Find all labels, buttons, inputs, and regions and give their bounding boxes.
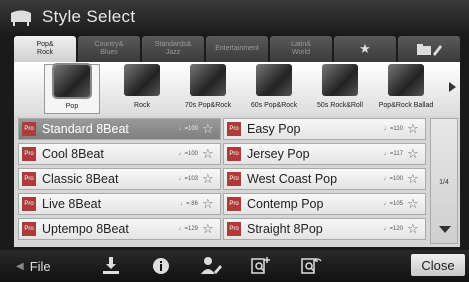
style-item-live-8beat[interactable]: Pro Live 8Beat ♩= 86 ☆ — [18, 193, 221, 215]
rock-thumbnail-icon — [124, 64, 160, 96]
style-tempo: ♩=103 — [178, 176, 198, 182]
subcategory-60s[interactable]: 60s Pop&Rock — [246, 64, 302, 114]
search-back-icon[interactable] — [296, 254, 326, 278]
style-name: Straight 8Pop — [247, 222, 323, 236]
tab-favorites[interactable]: ★ — [334, 36, 396, 62]
search-add-icon[interactable] — [246, 254, 276, 278]
style-item-easy-pop[interactable]: Pro Easy Pop ♩=110 ☆ — [223, 118, 426, 140]
style-name: Standard 8Beat — [42, 122, 129, 136]
file-button[interactable]: ◀ File — [16, 259, 76, 274]
info-icon[interactable] — [146, 254, 176, 278]
bottom-toolbar: ◀ File Close — [0, 250, 469, 282]
style-name: Jersey Pop — [247, 147, 310, 161]
pro-badge: Pro — [22, 147, 36, 161]
style-tempo: ♩=129 — [178, 226, 198, 232]
subcategory-label: 70s Pop&Rock — [184, 102, 232, 109]
subcategory-label: Pop&Rock Ballad — [378, 102, 434, 109]
star-icon: ★ — [359, 41, 371, 56]
pro-badge: Pro — [227, 147, 241, 161]
style-name: Live 8Beat — [42, 197, 102, 211]
60s-thumbnail-icon — [256, 64, 292, 96]
pro-badge: Pro — [22, 172, 36, 186]
pro-badge: Pro — [227, 122, 241, 136]
favorite-star-icon[interactable]: ☆ — [407, 122, 421, 136]
pro-badge: Pro — [22, 222, 36, 236]
subcategory-50s[interactable]: 50s Rock&Roll — [312, 64, 368, 114]
favorite-star-icon[interactable]: ☆ — [407, 172, 421, 186]
subcategory-label: 60s Pop&Rock — [250, 102, 298, 109]
style-tempo: ♩=100 — [178, 151, 198, 157]
title-bar: Style Select — [0, 0, 469, 34]
subcategory-next-arrow-icon[interactable] — [449, 82, 456, 92]
favorite-star-icon[interactable]: ☆ — [407, 197, 421, 211]
subcategory-label: Pop — [65, 103, 79, 110]
style-item-standard-8beat[interactable]: Pro Standard 8Beat ♩=100 ☆ — [18, 118, 221, 140]
style-tempo: ♩=117 — [383, 151, 403, 157]
style-name: Contemp Pop — [247, 197, 324, 211]
favorite-star-icon[interactable]: ☆ — [202, 197, 216, 211]
window-title: Style Select — [42, 7, 136, 26]
page-down-arrow-icon[interactable] — [439, 226, 451, 233]
user-edit-icon[interactable] — [196, 254, 226, 278]
favorite-star-icon[interactable]: ☆ — [202, 222, 216, 236]
pro-badge: Pro — [22, 197, 36, 211]
style-item-uptempo-8beat[interactable]: Pro Uptempo 8Beat ♩=129 ☆ — [18, 218, 221, 240]
style-tempo: ♩= 86 — [180, 201, 198, 207]
pro-badge: Pro — [227, 197, 241, 211]
style-item-classic-8beat[interactable]: Pro Classic 8Beat ♩=103 ☆ — [18, 168, 221, 190]
page-indicator: 1/4 — [439, 179, 449, 186]
style-tempo: ♩=100 — [383, 176, 403, 182]
tab-standards-jazz[interactable]: Standards& Jazz — [142, 36, 204, 62]
chevron-left-icon: ◀ — [16, 260, 24, 272]
favorite-star-icon[interactable]: ☆ — [407, 222, 421, 236]
tab-entertainment[interactable]: Entertainment — [206, 36, 268, 62]
tab-pop-rock[interactable]: Pop& Rock — [14, 36, 76, 62]
style-name: West Coast Pop — [247, 172, 338, 186]
favorite-star-icon[interactable]: ☆ — [407, 147, 421, 161]
style-tempo: ♩=110 — [383, 126, 403, 132]
save-icon[interactable] — [96, 254, 126, 278]
style-tempo: ♩=100 — [178, 126, 198, 132]
file-label: File — [29, 258, 51, 274]
subcategory-label: 50s Rock&Roll — [317, 102, 363, 109]
favorite-star-icon[interactable]: ☆ — [202, 122, 216, 136]
piano-icon — [11, 10, 31, 26]
pro-badge: Pro — [22, 122, 36, 136]
style-name: Classic 8Beat — [42, 172, 119, 186]
style-item-straight-8pop[interactable]: Pro Straight 8Pop ♩=120 ☆ — [223, 218, 426, 240]
page-scroller[interactable]: 1/4 — [430, 118, 458, 244]
tab-country-blues[interactable]: Country& Blues — [78, 36, 140, 62]
style-item-cool-8beat[interactable]: Pro Cool 8Beat ♩=100 ☆ — [18, 143, 221, 165]
pro-badge: Pro — [227, 172, 241, 186]
close-button[interactable]: Close — [411, 254, 465, 276]
category-tabs: Pop& Rock Country& Blues Standards& Jazz… — [14, 36, 460, 62]
style-name: Cool 8Beat — [42, 147, 104, 161]
pro-badge: Pro — [227, 222, 241, 236]
pop-thumbnail-icon — [54, 65, 90, 97]
style-tempo: ♩=105 — [383, 201, 403, 207]
style-tempo: ♩=120 — [383, 226, 403, 232]
subcategory-rock[interactable]: Rock — [114, 64, 170, 114]
style-item-contemp-pop[interactable]: Pro Contemp Pop ♩=105 ☆ — [223, 193, 426, 215]
style-item-jersey-pop[interactable]: Pro Jersey Pop ♩=117 ☆ — [223, 143, 426, 165]
subcategory-label: Rock — [134, 102, 150, 109]
style-list: Pro Standard 8Beat ♩=100 ☆ Pro Cool 8Bea… — [18, 118, 426, 244]
subcategory-ballad[interactable]: Pop&Rock Ballad — [378, 64, 434, 114]
subcategory-pop[interactable]: Pop — [44, 64, 100, 114]
subcategory-70s[interactable]: 70s Pop&Rock — [180, 64, 236, 114]
70s-thumbnail-icon — [190, 64, 226, 96]
style-name: Uptempo 8Beat — [42, 222, 129, 236]
ballad-thumbnail-icon — [388, 64, 424, 96]
style-panel: Pop Rock 70s Pop&Rock 60s Pop&Rock 50s R… — [14, 62, 460, 247]
tab-user[interactable] — [398, 36, 460, 62]
tab-latin-world[interactable]: Latin& World — [270, 36, 332, 62]
subcategory-row: Pop Rock 70s Pop&Rock 60s Pop&Rock 50s R… — [14, 62, 460, 116]
favorite-star-icon[interactable]: ☆ — [202, 147, 216, 161]
favorite-star-icon[interactable]: ☆ — [202, 172, 216, 186]
folder-edit-icon — [417, 44, 442, 56]
50s-thumbnail-icon — [322, 64, 358, 96]
style-item-west-coast-pop[interactable]: Pro West Coast Pop ♩=100 ☆ — [223, 168, 426, 190]
style-name: Easy Pop — [247, 122, 301, 136]
